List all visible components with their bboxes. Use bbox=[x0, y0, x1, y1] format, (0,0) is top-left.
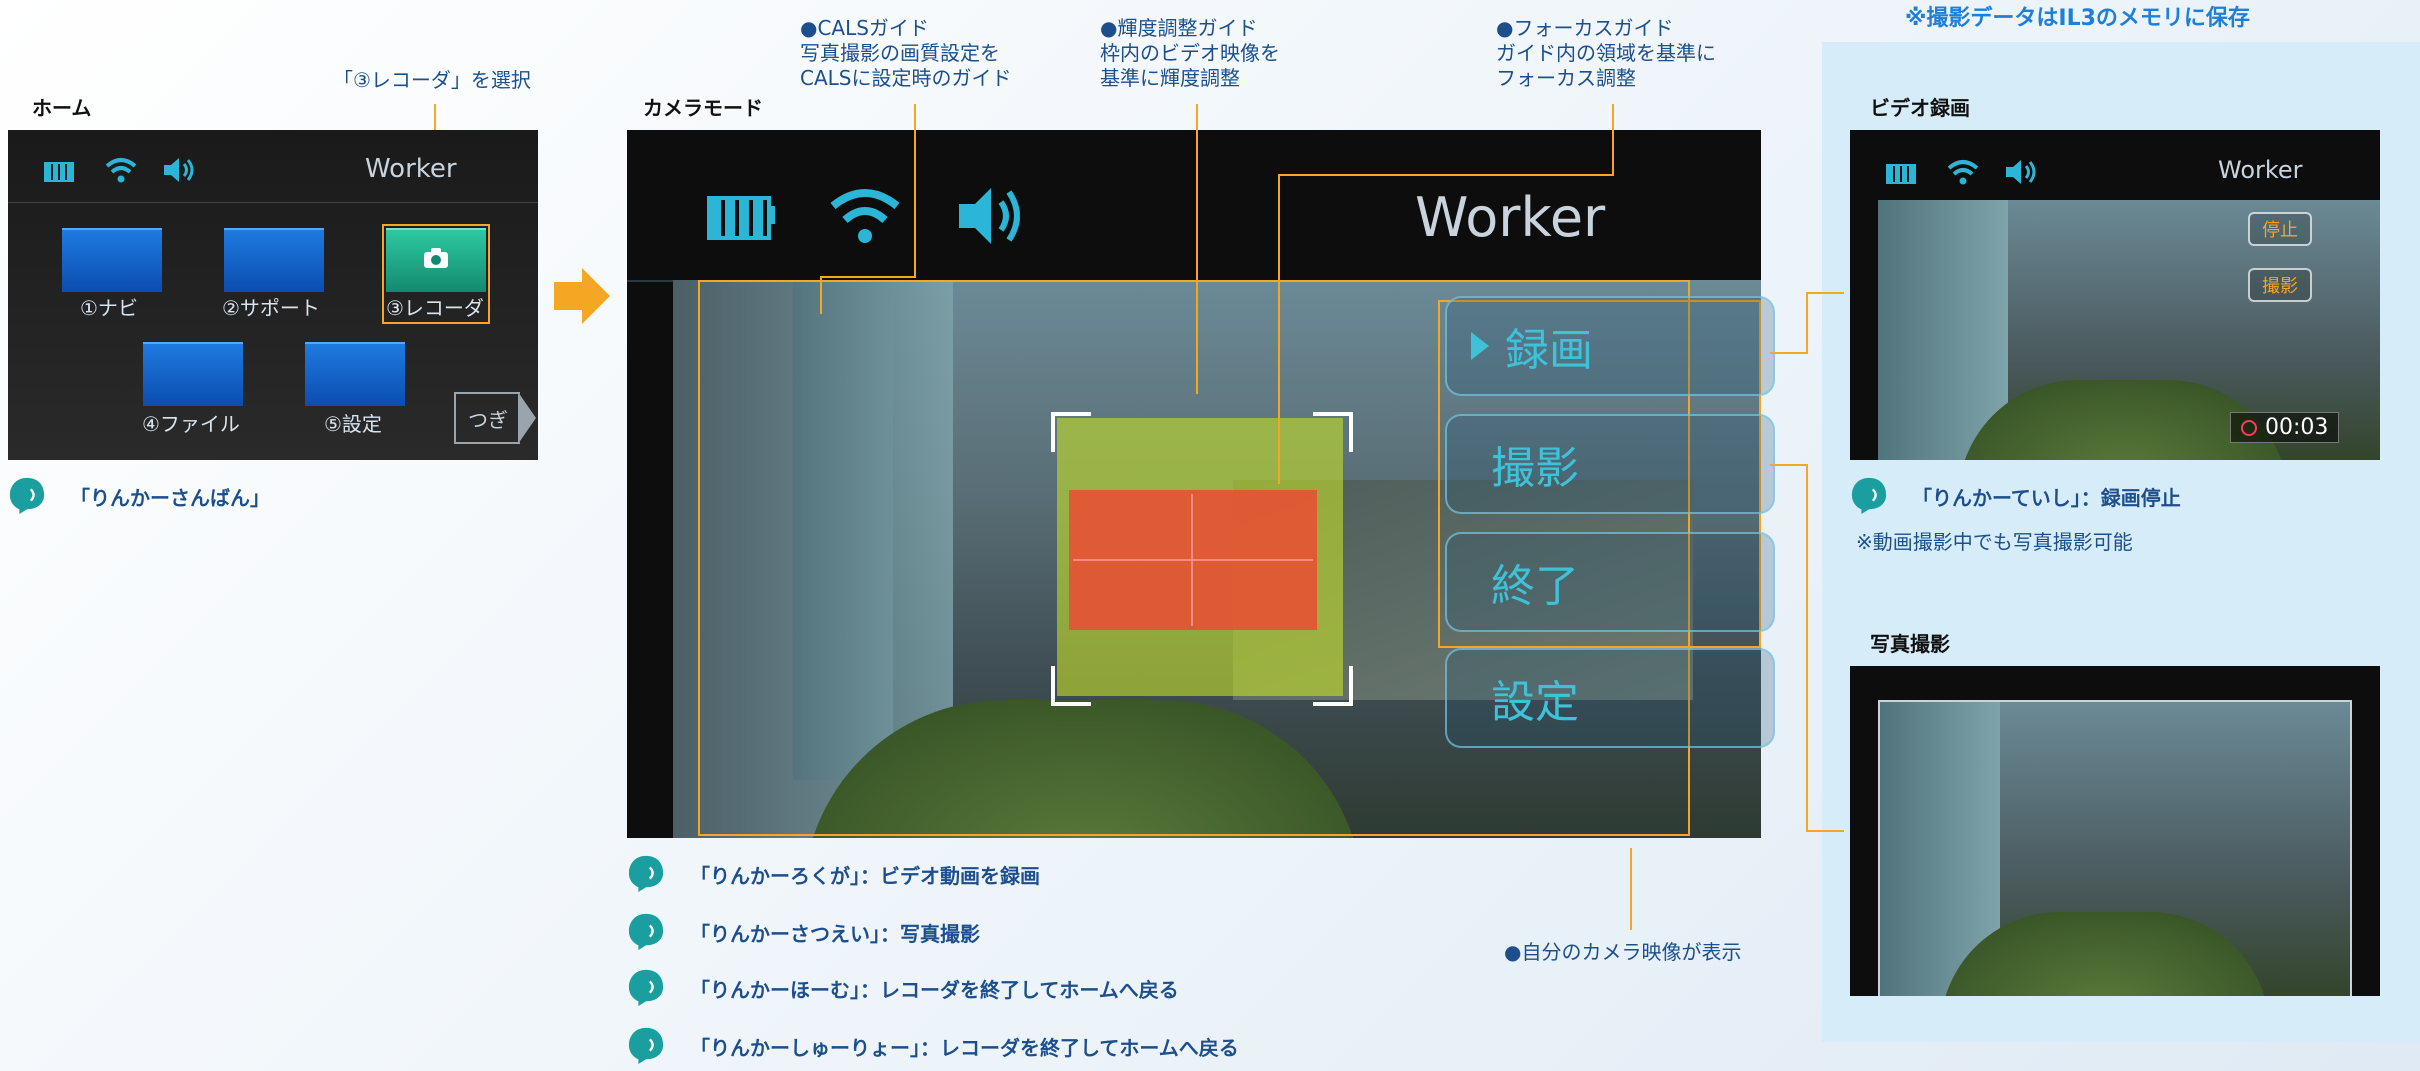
brightness-guide-corner-br bbox=[1313, 666, 1353, 706]
record-connector-v bbox=[1806, 292, 1808, 354]
cals-guide-line-3: CALSに設定時のガイド bbox=[800, 66, 1012, 90]
voice-icon bbox=[628, 1027, 664, 1064]
home-select-annotation: 「③レコーダ」を選択 bbox=[333, 68, 531, 92]
cals-guide-line-2: 写真撮影の画質設定を bbox=[800, 41, 1000, 65]
speaker-icon bbox=[164, 158, 194, 182]
cals-pointer-v1 bbox=[914, 104, 916, 278]
voice-icon bbox=[628, 969, 664, 1006]
exit-button[interactable]: 終了 bbox=[1445, 532, 1775, 632]
video-voice-command: 「りんかーていし」：録画停止 bbox=[1912, 486, 2181, 510]
own-camera-pointer bbox=[1630, 848, 1632, 930]
voice-command-home: 「りんかーほーむ」：レコーダを終了してホームへ戻る bbox=[690, 978, 1179, 1002]
focus-pointer-v2 bbox=[1278, 174, 1280, 484]
tile-support[interactable] bbox=[224, 228, 324, 292]
video-speaker-icon bbox=[2006, 160, 2036, 184]
exit-button-label: 終了 bbox=[1491, 561, 1579, 612]
cals-guide-annotation: ●CALSガイド 写真撮影の画質設定を CALSに設定時のガイド bbox=[800, 16, 1011, 91]
tile-file[interactable] bbox=[143, 342, 243, 406]
home-section-title: ホーム bbox=[32, 96, 92, 120]
voice-icon bbox=[1851, 477, 1887, 514]
flow-arrow bbox=[554, 282, 582, 310]
focus-pointer-v1 bbox=[1612, 104, 1614, 174]
voice-command-photo: 「りんかーさつえい」：写真撮影 bbox=[690, 922, 980, 946]
flow-arrowhead bbox=[582, 268, 610, 324]
video-battery-icon bbox=[1886, 164, 1916, 184]
tile-navi[interactable] bbox=[62, 228, 162, 292]
capture-connector-top bbox=[1770, 464, 1808, 466]
focus-guide-line-3: フォーカス調整 bbox=[1496, 66, 1636, 90]
record-connector-bottom bbox=[1770, 352, 1808, 354]
capture-button-label: 撮影 bbox=[1491, 443, 1579, 494]
voice-icon bbox=[628, 855, 664, 892]
photo-feed bbox=[1878, 700, 2352, 996]
brightness-guide-corner-bl bbox=[1051, 666, 1091, 706]
camera-speaker-icon bbox=[959, 188, 1020, 244]
voice-command-quit: 「りんかーしゅーりょー」：レコーダを終了してホームへ戻る bbox=[690, 1036, 1239, 1060]
tile-settings[interactable] bbox=[305, 342, 405, 406]
own-camera-note: ●自分のカメラ映像が表示 bbox=[1504, 940, 1742, 964]
tile-label-recorder: ③レコーダ bbox=[386, 296, 484, 320]
record-play-icon bbox=[1471, 332, 1489, 360]
settings-button-label: 設定 bbox=[1491, 677, 1579, 728]
battery-icon bbox=[44, 162, 74, 182]
focus-pointer-h bbox=[1278, 174, 1614, 176]
tile-label-settings: ⑤設定 bbox=[324, 412, 382, 436]
brightness-pointer bbox=[1196, 104, 1198, 394]
capture-button[interactable]: 撮影 bbox=[1445, 414, 1775, 514]
brightness-guide-corner-tr bbox=[1313, 412, 1353, 452]
brightness-guide-annotation: ●輝度調整ガイド 枠内のビデオ映像を 基準に輝度調整 bbox=[1100, 16, 1280, 91]
home-user-label: Worker bbox=[365, 154, 457, 184]
tile-label-navi: ①ナビ bbox=[80, 296, 138, 320]
next-button[interactable]: つぎ bbox=[454, 392, 520, 444]
video-stop-button[interactable]: 停止 bbox=[2248, 212, 2312, 246]
settings-button[interactable]: 設定 bbox=[1445, 648, 1775, 748]
camera-battery-icon bbox=[707, 196, 771, 240]
cals-pointer-v2 bbox=[820, 276, 822, 314]
wifi-icon bbox=[105, 158, 137, 183]
cals-guide-line-1: ●CALSガイド bbox=[800, 16, 929, 40]
camera-user-label: Worker bbox=[1415, 186, 1606, 249]
record-connector-top bbox=[1806, 292, 1844, 294]
capture-connector-bottom bbox=[1806, 830, 1844, 832]
record-button[interactable]: 録画 bbox=[1445, 296, 1775, 396]
focus-guide-cross-h bbox=[1073, 559, 1313, 561]
record-dot-icon bbox=[2241, 419, 2257, 436]
brightness-guide-corner-tl bbox=[1051, 412, 1091, 452]
home-voice-command: 「りんかーさんばん」 bbox=[70, 486, 270, 510]
voice-icon bbox=[628, 913, 664, 950]
focus-guide-line-1: ●フォーカスガイド bbox=[1496, 16, 1674, 40]
focus-guide-annotation: ●フォーカスガイド ガイド内の領域を基準に フォーカス調整 bbox=[1496, 16, 1716, 91]
video-wifi-icon bbox=[1947, 160, 1979, 185]
video-screen: Worker 停止 撮影 00:03 bbox=[1850, 130, 2380, 460]
video-user-label: Worker bbox=[2218, 156, 2303, 184]
voice-command-record: 「りんかーろくが」：ビデオ動画を録画 bbox=[690, 864, 1040, 888]
record-button-label: 録画 bbox=[1505, 325, 1593, 376]
focus-guide-line-2: ガイド内の領域を基準に bbox=[1496, 41, 1716, 65]
brightness-guide-line-1: ●輝度調整ガイド bbox=[1100, 16, 1258, 40]
next-button-label: つぎ bbox=[468, 407, 508, 432]
timer-value: 00:03 bbox=[2265, 415, 2329, 440]
tile-label-support: ②サポート bbox=[222, 296, 320, 320]
cals-pointer-h bbox=[820, 276, 916, 278]
photo-screen bbox=[1850, 666, 2380, 996]
brightness-guide-line-3: 基準に輝度調整 bbox=[1100, 66, 1240, 90]
next-button-arrow bbox=[518, 392, 536, 444]
camera-wifi-icon bbox=[830, 189, 900, 243]
home-screen: Worker ①ナビ ②サポート ③レコーダ ④ファイル ⑤設定 つぎ bbox=[8, 130, 538, 460]
video-note: ※動画撮影中でも写真撮影可能 bbox=[1856, 530, 2133, 554]
camera-battery-tip bbox=[769, 206, 775, 224]
camera-section-title: カメラモード bbox=[643, 96, 763, 120]
video-section-title: ビデオ録画 bbox=[1870, 96, 1970, 120]
save-note-banner: ※撮影データはIL3のメモリに保存 bbox=[1905, 6, 2250, 31]
video-capture-button[interactable]: 撮影 bbox=[2248, 268, 2312, 302]
photo-section-title: 写真撮影 bbox=[1870, 632, 1950, 656]
recording-timer: 00:03 bbox=[2230, 412, 2340, 443]
brightness-guide-line-2: 枠内のビデオ映像を bbox=[1100, 41, 1280, 65]
voice-icon bbox=[9, 477, 45, 514]
capture-connector-v bbox=[1806, 464, 1808, 832]
tile-label-file: ④ファイル bbox=[142, 412, 240, 436]
